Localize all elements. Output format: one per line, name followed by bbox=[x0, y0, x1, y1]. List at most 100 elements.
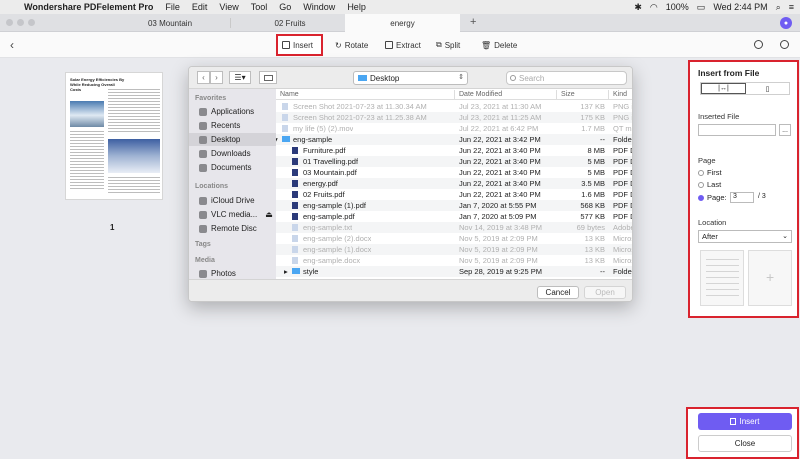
file-row[interactable]: eng-sample.docx Nov 5, 2019 at 2:09 PM 13 … bbox=[276, 255, 632, 266]
menu-edit[interactable]: Edit bbox=[192, 2, 208, 12]
bluetooth-icon[interactable]: ✱ bbox=[634, 2, 642, 13]
menu-tool[interactable]: Tool bbox=[251, 2, 268, 12]
back-icon[interactable]: ‹ bbox=[10, 38, 14, 52]
column-headers: Name Date Modified Size Kind bbox=[276, 89, 632, 100]
inserted-file-field[interactable] bbox=[698, 124, 776, 136]
browse-button[interactable]: ... bbox=[779, 124, 791, 136]
file-size: 69 bytes bbox=[576, 223, 605, 232]
file-row[interactable]: eng-sample (2).docx Nov 5, 2019 at 2:09 P… bbox=[276, 233, 632, 244]
zoom-window-icon[interactable] bbox=[28, 19, 35, 26]
tab-energy[interactable]: energy bbox=[345, 14, 460, 32]
app-name-menu[interactable]: Wondershare PDFelement Pro bbox=[24, 2, 153, 12]
sidebar-item-remote-disc[interactable]: Remote Disc bbox=[189, 222, 276, 235]
insert-from-file-panel: Insert from File |↔| ▯ Inserted File ...… bbox=[688, 60, 799, 318]
page-thumbnail[interactable]: Solar Energy Efficiencies By While Reduc… bbox=[65, 72, 163, 200]
menu-file[interactable]: File bbox=[165, 2, 180, 12]
disclosure-triangle-icon[interactable]: ▾ bbox=[276, 135, 278, 144]
radio-page[interactable]: Page: bbox=[698, 193, 727, 202]
control-center-icon[interactable]: ≡ bbox=[789, 2, 794, 12]
search-icon[interactable]: ⌕ bbox=[776, 2, 781, 13]
file-row[interactable]: my life (5) (2).mov Jul 22, 2021 at 6:42 … bbox=[276, 123, 632, 134]
split-button[interactable]: ⧉ Split bbox=[432, 36, 464, 54]
extract-button[interactable]: Extract bbox=[381, 36, 425, 54]
file-row[interactable]: Furniture.pdf Jun 22, 2021 at 3:40 PM 8 MB… bbox=[276, 145, 632, 156]
desktop-icon bbox=[199, 135, 207, 144]
page-number-input[interactable]: 3 bbox=[730, 192, 754, 203]
locations-header: Locations bbox=[195, 183, 229, 190]
search-input[interactable]: Search bbox=[506, 71, 627, 85]
sidebar-item-downloads[interactable]: Downloads bbox=[189, 147, 276, 160]
forward-nav-icon[interactable]: › bbox=[210, 71, 223, 84]
column-size[interactable]: Size bbox=[561, 91, 575, 98]
column-name[interactable]: Name bbox=[280, 91, 299, 98]
rotate-button[interactable]: ↻ Rotate bbox=[331, 36, 372, 54]
file-date: Nov 5, 2019 at 2:09 PM bbox=[459, 234, 538, 243]
file-date: Nov 14, 2019 at 3:48 PM bbox=[459, 223, 542, 232]
cancel-button[interactable]: Cancel bbox=[537, 286, 579, 299]
file-row[interactable]: eng-sample (1).docx Nov 5, 2019 at 2:09 P… bbox=[276, 244, 632, 255]
file-icon bbox=[292, 246, 298, 253]
file-row[interactable]: Screen Shot 2021-07-23 at 11.30.34 AM Jul… bbox=[276, 101, 632, 112]
sidebar-item-desktop[interactable]: Desktop bbox=[189, 133, 276, 146]
eject-icon[interactable]: ⏏ bbox=[265, 210, 273, 219]
battery-icon[interactable]: ▭ bbox=[697, 2, 706, 13]
delete-button[interactable]: 🗑 Delete bbox=[477, 36, 521, 54]
add-tab-icon[interactable]: + bbox=[470, 16, 476, 28]
sidebar-item-vlc[interactable]: VLC media... ⏏ bbox=[189, 208, 276, 221]
file-row[interactable]: eng-sample (1).pdf Jan 7, 2020 at 5:55 PM… bbox=[276, 200, 632, 211]
file-row[interactable]: 03 Mountain.pdf Jun 22, 2021 at 3:40 PM 5 … bbox=[276, 167, 632, 178]
delete-label: Delete bbox=[494, 40, 518, 50]
sidebar-label: VLC media... bbox=[211, 210, 258, 219]
menu-view[interactable]: View bbox=[219, 2, 238, 12]
radio-first[interactable]: First bbox=[698, 168, 722, 177]
file-row[interactable]: ▸ style Sep 28, 2019 at 9:25 PM -- Folder bbox=[276, 266, 632, 277]
column-kind[interactable]: Kind bbox=[613, 91, 627, 98]
view-options-icon[interactable]: ☰▾ bbox=[229, 71, 251, 84]
open-button[interactable]: Open bbox=[584, 286, 626, 299]
file-row[interactable]: Screen Shot 2021-07-23 at 11.25.38 AM Jul… bbox=[276, 112, 632, 123]
download-icon bbox=[199, 149, 207, 158]
column-date[interactable]: Date Modified bbox=[459, 91, 502, 98]
file-row[interactable]: eng-sample.pdf Jan 7, 2020 at 5:09 PM 577 … bbox=[276, 211, 632, 222]
file-row[interactable]: 01 Travelling.pdf Jun 22, 2021 at 3:40 PM… bbox=[276, 156, 632, 167]
zoom-in-icon[interactable] bbox=[780, 40, 789, 49]
close-window-icon[interactable] bbox=[6, 19, 13, 26]
file-row[interactable]: 02 Fruits.pdf Jun 22, 2021 at 3:40 PM 1.6 … bbox=[276, 189, 632, 200]
file-row[interactable]: eng-sample.txt Nov 14, 2019 at 3:48 PM 69 … bbox=[276, 222, 632, 233]
wifi-icon[interactable]: ◠ bbox=[650, 2, 658, 13]
minimize-window-icon[interactable] bbox=[17, 19, 24, 26]
file-icon bbox=[282, 125, 288, 132]
back-nav-icon[interactable]: ‹ bbox=[197, 71, 210, 84]
sidebar-item-applications[interactable]: Applications bbox=[189, 105, 276, 118]
disclosure-triangle-icon[interactable]: ▸ bbox=[284, 267, 288, 276]
new-folder-button[interactable] bbox=[259, 71, 277, 84]
file-date: Jun 22, 2021 at 3:40 PM bbox=[459, 179, 541, 188]
clock[interactable]: Wed 2:44 PM bbox=[713, 2, 767, 12]
sidebar-item-icloud[interactable]: iCloud Drive bbox=[189, 194, 276, 207]
applications-icon bbox=[199, 107, 207, 116]
location-dropdown[interactable]: Desktop ⇕ bbox=[353, 71, 468, 85]
radio-last[interactable]: Last bbox=[698, 180, 721, 189]
panel-close-button[interactable]: Close bbox=[698, 435, 792, 452]
avatar[interactable]: ● bbox=[780, 17, 792, 29]
page-preview-inserted: + bbox=[748, 250, 792, 306]
sidebar-item-recents[interactable]: Recents bbox=[189, 119, 276, 132]
sidebar-item-documents[interactable]: Documents bbox=[189, 161, 276, 174]
location-select[interactable]: After ⌄ bbox=[698, 230, 792, 243]
panel-insert-button[interactable]: Insert bbox=[698, 413, 792, 430]
tab-03-mountain[interactable]: 03 Mountain bbox=[120, 14, 220, 32]
favorites-header: Favorites bbox=[195, 95, 227, 102]
file-row[interactable]: energy.pdf Jun 22, 2021 at 3:40 PM 3.5 MB P… bbox=[276, 178, 632, 189]
insert-button[interactable]: Insert bbox=[276, 34, 323, 56]
menu-help[interactable]: Help bbox=[347, 2, 366, 12]
tab-02-fruits[interactable]: 02 Fruits bbox=[240, 14, 340, 32]
zoom-out-icon[interactable] bbox=[754, 40, 763, 49]
menu-window[interactable]: Window bbox=[303, 2, 335, 12]
file-row[interactable]: ▾ eng-sample Jun 22, 2021 at 3:42 PM -- Fold… bbox=[276, 134, 632, 145]
page-label: Page bbox=[698, 156, 716, 165]
dialog-sidebar: Favorites Applications Recents Desktop D… bbox=[189, 89, 276, 279]
menu-go[interactable]: Go bbox=[279, 2, 291, 12]
insert-blank-mode-icon[interactable]: ▯ bbox=[746, 83, 789, 94]
insert-file-mode-icon[interactable]: |↔| bbox=[701, 83, 746, 94]
file-date: Nov 5, 2019 at 2:09 PM bbox=[459, 256, 538, 265]
